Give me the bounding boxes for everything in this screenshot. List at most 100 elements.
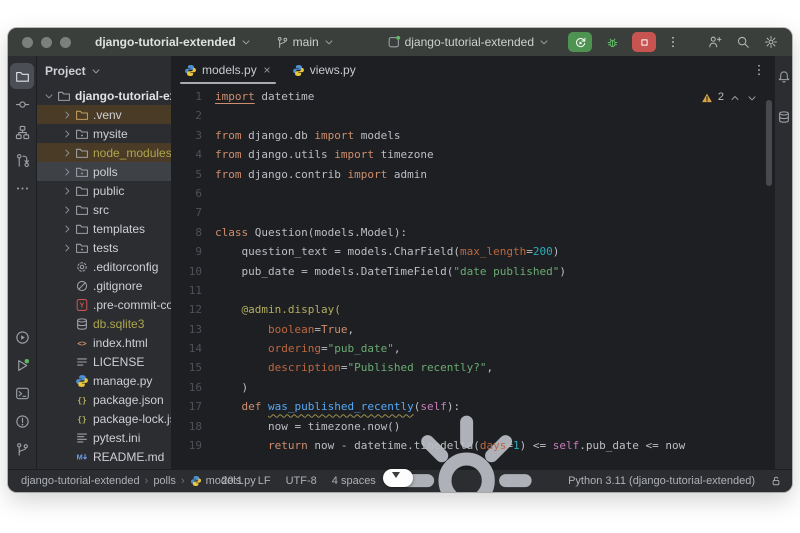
line-number[interactable]: 8 [172, 223, 215, 242]
tool-strip-version-control-button[interactable] [10, 436, 34, 462]
line-number[interactable]: 6 [172, 184, 215, 203]
project-widget[interactable]: django-tutorial-extended [91, 33, 256, 51]
code-line-17[interactable]: 17 def was_published_recently(self): [172, 397, 774, 416]
code-line-13[interactable]: 13 boolean=True, [172, 320, 774, 339]
tree-item-pytest.ini[interactable]: pytest.ini [37, 428, 171, 447]
tool-strip-problems-button[interactable] [10, 408, 34, 434]
tree-item-package.json[interactable]: {}package.json [37, 390, 171, 409]
tool-strip-commit-button[interactable] [10, 91, 34, 117]
code-editor[interactable]: 2 1import datetime23from django.db impor… [172, 84, 774, 469]
tool-strip-database-button[interactable] [772, 104, 793, 130]
editor-scrollbar[interactable] [766, 100, 772, 186]
tree-item-.pre-commit-config.yaml[interactable]: Y.pre-commit-config.yaml [37, 295, 171, 314]
tree-item-polls[interactable]: polls [37, 162, 171, 181]
prev-warning-button[interactable] [729, 92, 741, 104]
tree-item-README.md[interactable]: MREADME.md [37, 447, 171, 466]
project-panel-header[interactable]: Project [37, 56, 171, 86]
rerun-button[interactable] [568, 32, 592, 52]
tree-item-index.html[interactable]: <>index.html [37, 333, 171, 352]
tree-item-src[interactable]: src [37, 200, 171, 219]
breadcrumb-polls[interactable]: polls [153, 475, 176, 487]
window-minimize-button[interactable] [41, 37, 52, 48]
tab-options-button[interactable] [744, 56, 774, 84]
code-line-19[interactable]: 19 return now - datetime.timedelta(days=… [172, 436, 774, 455]
line-number[interactable]: 19 [172, 436, 215, 455]
line-number[interactable]: 2 [172, 106, 215, 125]
code-line-2[interactable]: 2 [172, 106, 774, 125]
code-line-10[interactable]: 10 pub_date = models.DateTimeField("date… [172, 262, 774, 281]
line-number[interactable]: 11 [172, 281, 215, 300]
line-number[interactable]: 9 [172, 242, 215, 261]
search-button[interactable] [732, 32, 754, 52]
tree-item-.editorconfig[interactable]: .editorconfig [37, 257, 171, 276]
branch-widget[interactable]: main [272, 33, 339, 51]
inspections-widget[interactable]: 2 [701, 88, 758, 107]
code-line-7[interactable]: 7 [172, 203, 774, 222]
code-line-4[interactable]: 4from django.utils import timezone [172, 145, 774, 164]
tree-item-LICENSE[interactable]: LICENSE [37, 352, 171, 371]
tool-strip-run-button[interactable] [10, 324, 34, 350]
close-tab-icon[interactable] [262, 65, 272, 75]
line-number[interactable]: 17 [172, 397, 215, 416]
settings-button[interactable] [760, 32, 782, 52]
run-config-selector[interactable]: django-tutorial-extended [383, 33, 554, 51]
code-line-9[interactable]: 9 question_text = models.CharField(max_l… [172, 242, 774, 261]
tool-strip-pull-requests-button[interactable] [10, 147, 34, 173]
tool-strip-project-button[interactable] [10, 63, 34, 89]
status-caret-position[interactable]: 20:1 [221, 475, 242, 487]
line-number[interactable]: 13 [172, 320, 215, 339]
window-zoom-button[interactable] [60, 37, 71, 48]
line-number[interactable]: 1 [172, 87, 215, 106]
code-line-12[interactable]: 12 @admin.display( [172, 300, 774, 319]
lock-toggle[interactable] [770, 475, 782, 487]
tree-item-.venv[interactable]: .venv [37, 105, 171, 124]
debug-button[interactable] [600, 32, 624, 52]
stop-button[interactable] [632, 32, 656, 52]
tree-item-templates[interactable]: templates [37, 219, 171, 238]
tree-item-public[interactable]: public [37, 181, 171, 200]
line-number[interactable]: 5 [172, 165, 215, 184]
line-number[interactable]: 14 [172, 339, 215, 358]
status-line-separator[interactable]: LF [258, 475, 271, 487]
tool-strip-structure-button[interactable] [10, 119, 34, 145]
code-line-18[interactable]: 18 now = timezone.now() [172, 417, 774, 436]
line-number[interactable]: 3 [172, 126, 215, 145]
line-number[interactable]: 18 [172, 417, 215, 436]
code-line-14[interactable]: 14 ordering="pub_date", [172, 339, 774, 358]
tree-item-mysite[interactable]: mysite [37, 124, 171, 143]
tool-strip-services-button[interactable] [10, 352, 34, 378]
code-line-5[interactable]: 5from django.contrib import admin [172, 165, 774, 184]
line-number[interactable]: 15 [172, 358, 215, 377]
status-encoding[interactable]: UTF-8 [286, 475, 317, 487]
add-user-button[interactable] [704, 32, 726, 52]
window-close-button[interactable] [22, 37, 33, 48]
line-number[interactable]: 12 [172, 300, 215, 319]
code-line-8[interactable]: 8class Question(models.Model): [172, 223, 774, 242]
tree-item-node_modules[interactable]: node_moduleslibrary root [37, 143, 171, 162]
tool-strip-notifications-button[interactable] [772, 64, 793, 90]
tool-strip-terminal-button[interactable] [10, 380, 34, 406]
next-warning-button[interactable] [746, 92, 758, 104]
status-interpreter[interactable]: Python 3.11 (django-tutorial-extended) [568, 475, 755, 487]
tool-strip-more-button[interactable] [10, 175, 34, 201]
line-number[interactable]: 10 [172, 262, 215, 281]
code-line-11[interactable]: 11 [172, 281, 774, 300]
tree-item-db.sqlite3[interactable]: db.sqlite3 [37, 314, 171, 333]
line-number[interactable]: 4 [172, 145, 215, 164]
code-line-1[interactable]: 1import datetime [172, 87, 774, 106]
code-line-3[interactable]: 3from django.db import models [172, 126, 774, 145]
code-line-16[interactable]: 16 ) [172, 378, 774, 397]
tree-item-.gitignore[interactable]: .gitignore [37, 276, 171, 295]
tree-item-django-tutorial-extended[interactable]: django-tutorial-extended [37, 86, 171, 105]
tree-item-tests[interactable]: tests [37, 238, 171, 257]
tree-item-manage.py[interactable]: manage.py [37, 371, 171, 390]
tab-models.py[interactable]: models.py [174, 56, 282, 84]
line-number[interactable]: 16 [172, 378, 215, 397]
more-button[interactable] [662, 32, 684, 52]
tree-item-package-lock.json[interactable]: {}package-lock.json [37, 409, 171, 428]
breadcrumb-django-tutorial-extended[interactable]: django-tutorial-extended [21, 475, 140, 487]
tab-views.py[interactable]: views.py [282, 56, 366, 84]
code-line-6[interactable]: 6 [172, 184, 774, 203]
code-line-15[interactable]: 15 description="Published recently?", [172, 358, 774, 377]
line-number[interactable]: 7 [172, 203, 215, 222]
